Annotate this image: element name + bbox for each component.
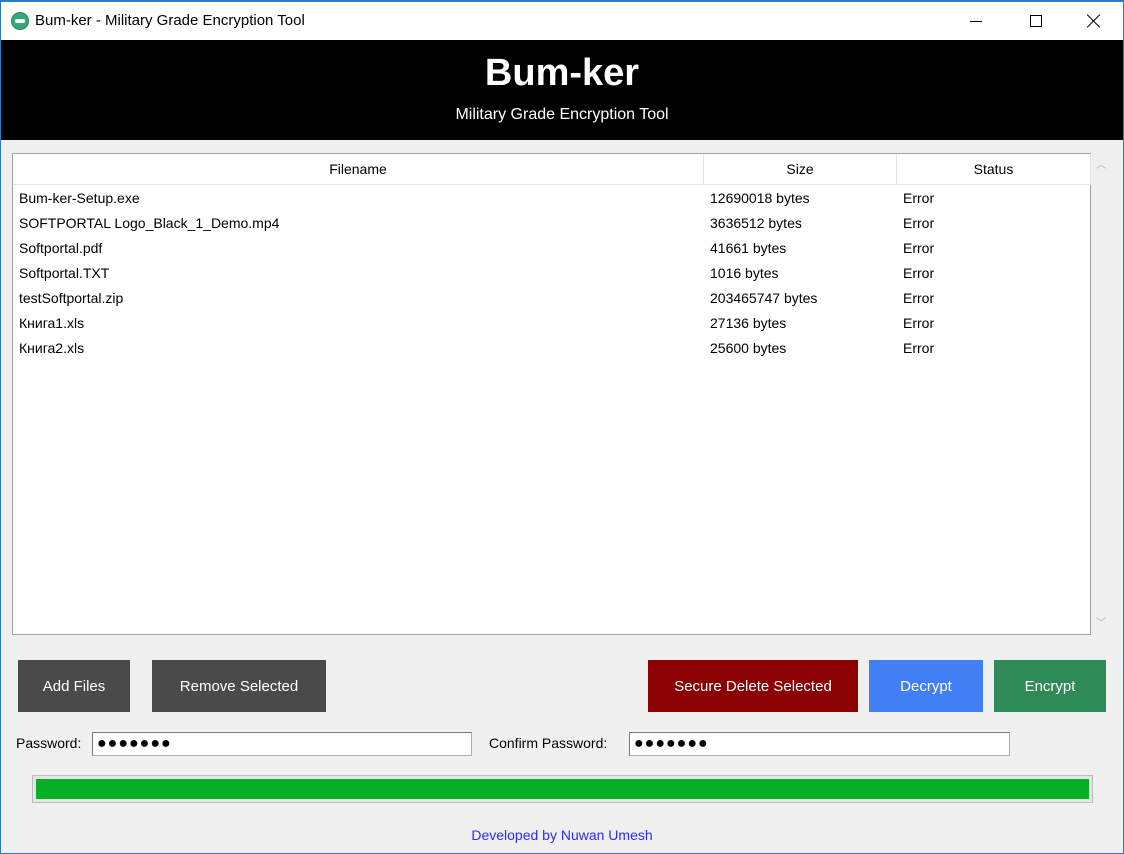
minimize-icon [970, 20, 982, 22]
confirm-password-field[interactable]: ●●●●●●● [629, 732, 1010, 756]
app-title: Bum-ker [484, 52, 640, 94]
app-subtitle: Military Grade Encryption Tool [455, 106, 669, 123]
minimize-button[interactable] [947, 2, 1005, 40]
cell-status: Error [903, 215, 935, 231]
table-row[interactable]: Softportal.pdf 41661 bytes Error [13, 236, 1091, 261]
table-header: Filename Size Status [13, 154, 1091, 185]
developer-credit: Developed by Nuwan Umesh [471, 827, 653, 843]
maximize-icon [1030, 15, 1042, 27]
cell-filename: Softportal.pdf [19, 240, 103, 256]
cell-size: 25600 bytes [710, 340, 787, 356]
scroll-down-icon[interactable]: ﹀ [1096, 619, 1106, 629]
table-row[interactable]: testSoftportal.zip 203465747 bytes Error [13, 286, 1091, 311]
add-files-button[interactable]: Add Files [18, 660, 130, 712]
cell-filename: Книга2.xls [19, 340, 85, 356]
cell-size: 27136 bytes [710, 315, 787, 331]
app-window: Bum-ker - Military Grade Encryption Tool… [0, 0, 1124, 854]
cell-filename: Softportal.TXT [19, 265, 110, 281]
cell-filename: Книга1.xls [19, 315, 85, 331]
title-bar[interactable]: Bum-ker - Military Grade Encryption Tool [1, 2, 1123, 40]
confirm-password-label: Confirm Password: [489, 735, 608, 751]
file-table[interactable]: Filename Size Status Bum-ker-Setup.exe 12… [12, 153, 1091, 635]
cell-size: 203465747 bytes [710, 290, 818, 306]
table-row[interactable]: Softportal.TXT 1016 bytes Error [13, 261, 1091, 286]
window-title: Bum-ker - Military Grade Encryption Tool [35, 12, 305, 29]
cell-filename: Bum-ker-Setup.exe [19, 190, 140, 206]
cell-status: Error [903, 340, 935, 356]
cell-status: Error [903, 265, 935, 281]
column-header-status[interactable]: Status [897, 154, 1091, 185]
cell-filename: SOFTPORTAL Logo_Black_1_Demo.mp4 [19, 215, 280, 231]
scroll-up-icon[interactable]: ︿ [1096, 161, 1106, 171]
progress-bar [32, 775, 1093, 803]
table-row[interactable]: Книга2.xls 25600 bytes Error [13, 336, 1091, 361]
header-banner: Bum-ker Military Grade Encryption Tool [1, 40, 1123, 140]
cell-size: 3636512 bytes [710, 215, 802, 231]
cell-status: Error [903, 240, 935, 256]
encrypt-button[interactable]: Encrypt [994, 660, 1106, 712]
app-logo-icon [11, 12, 29, 30]
vertical-scrollbar[interactable]: ︿ ﹀ [1091, 153, 1111, 635]
table-row[interactable]: Книга1.xls 27136 bytes Error [13, 311, 1091, 336]
password-label: Password: [16, 735, 82, 751]
table-row[interactable]: Bum-ker-Setup.exe 12690018 bytes Error [13, 186, 1091, 211]
close-icon [1087, 14, 1101, 28]
maximize-button[interactable] [1007, 2, 1065, 40]
cell-size: 12690018 bytes [710, 190, 810, 206]
remove-selected-button[interactable]: Remove Selected [152, 660, 326, 712]
cell-status: Error [903, 190, 935, 206]
cell-status: Error [903, 315, 935, 331]
decrypt-button[interactable]: Decrypt [869, 660, 983, 712]
close-button[interactable] [1065, 2, 1123, 40]
cell-filename: testSoftportal.zip [19, 290, 124, 306]
table-row[interactable]: SOFTPORTAL Logo_Black_1_Demo.mp4 3636512 … [13, 211, 1091, 236]
cell-size: 1016 bytes [710, 265, 779, 281]
password-field[interactable]: ●●●●●●● [92, 732, 472, 756]
secure-delete-button[interactable]: Secure Delete Selected [648, 660, 858, 712]
progress-fill [36, 779, 1089, 799]
cell-status: Error [903, 290, 935, 306]
cell-size: 41661 bytes [710, 240, 787, 256]
column-header-size[interactable]: Size [704, 154, 897, 185]
column-header-filename[interactable]: Filename [13, 154, 704, 185]
